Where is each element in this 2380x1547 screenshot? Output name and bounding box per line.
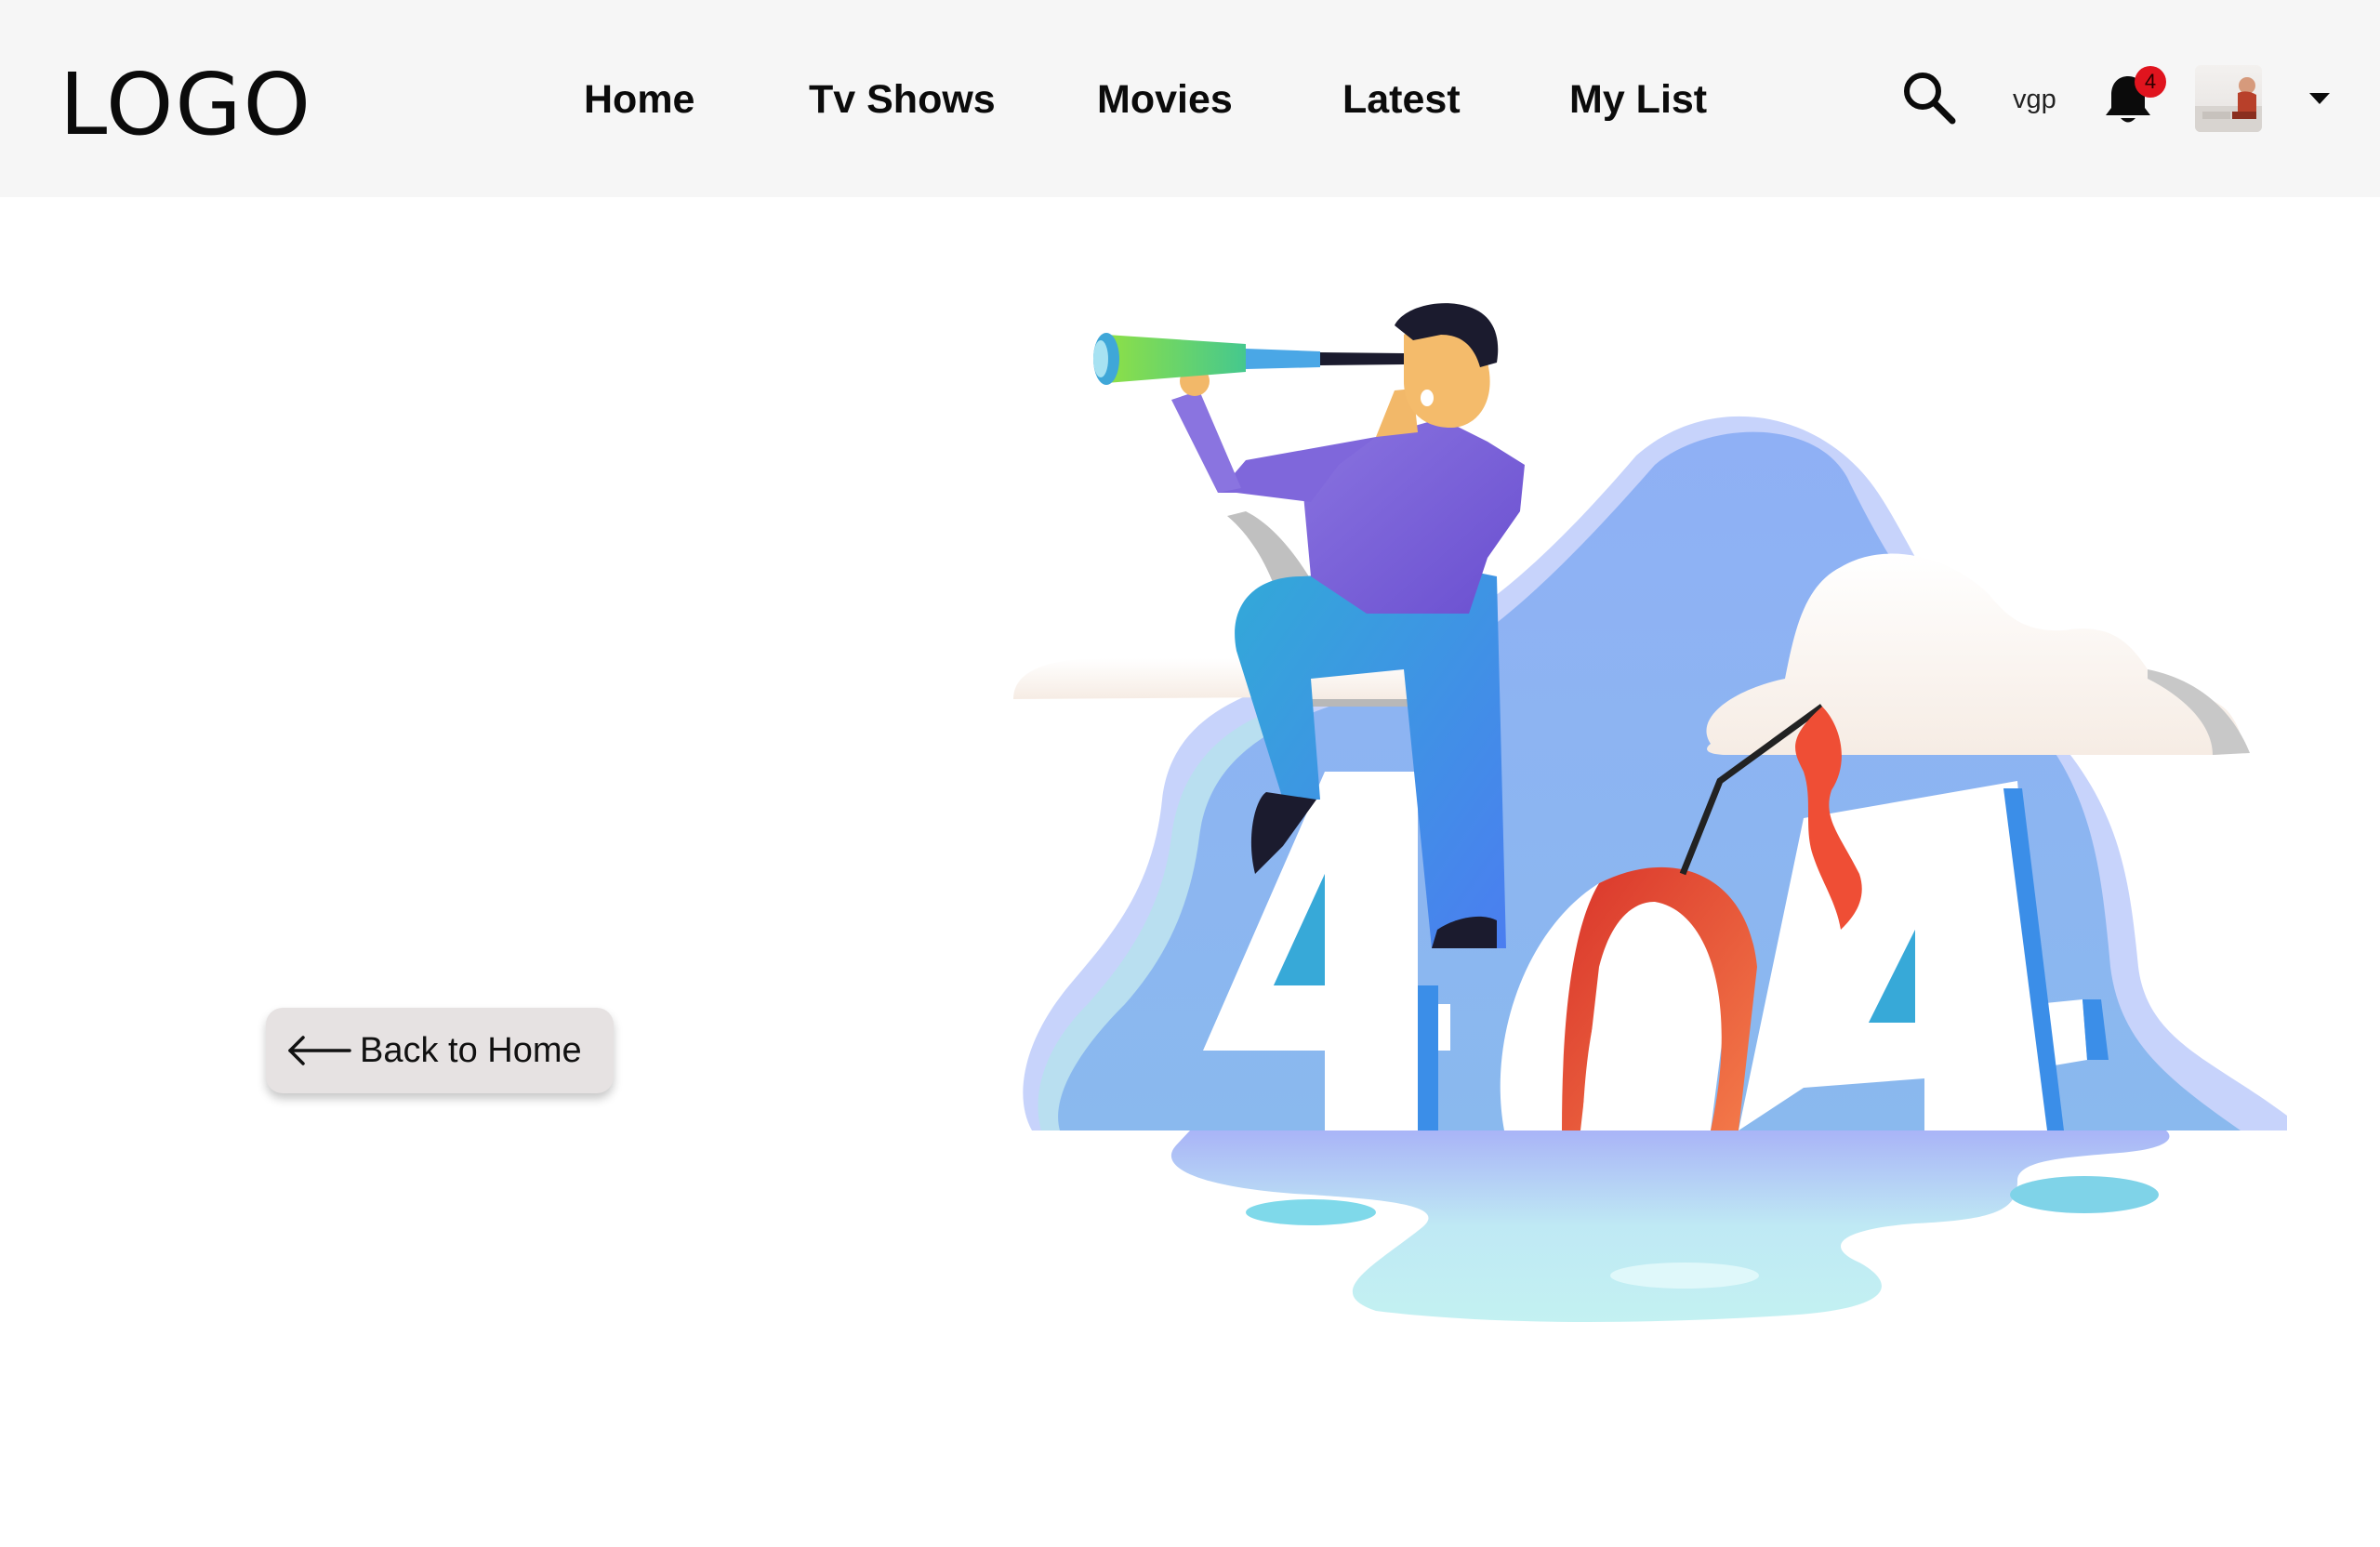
nav-home[interactable]: Home [584,67,694,132]
top-navbar: LOGO Home Tv Shows Movies Latest My List… [0,0,2380,197]
nav-my-list[interactable]: My List [1569,67,1707,132]
user-avatar[interactable] [2195,65,2262,132]
notification-badge: 4 [2135,66,2166,98]
search-icon[interactable] [1900,69,1958,126]
logo[interactable]: LOGO [60,54,312,156]
nav-latest[interactable]: Latest [1342,67,1461,132]
nav-movies[interactable]: Movies [1097,67,1233,132]
username[interactable]: vgp [2013,79,2056,120]
back-to-home-label: Back to Home [360,1031,582,1070]
avatar-photo [2195,77,2262,132]
nav-tv-shows[interactable]: Tv Shows [809,67,996,132]
arrow-left-icon [288,1036,351,1065]
lost-404-illustration [1013,303,2287,1322]
back-to-home-button[interactable]: Back to Home [266,1008,614,1093]
caret-down-icon[interactable] [2307,91,2332,106]
